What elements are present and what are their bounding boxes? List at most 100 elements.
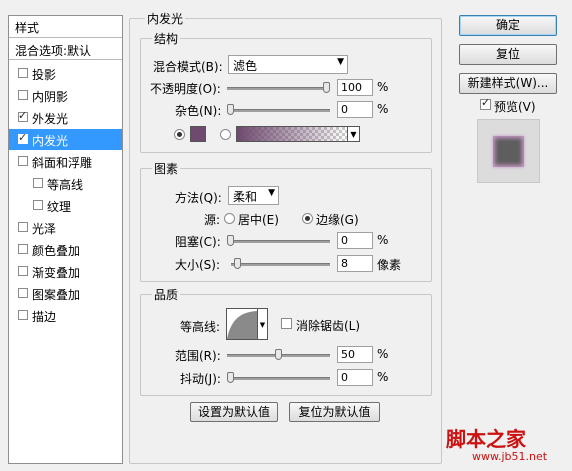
blend-options-label: 混合选项:默认: [15, 44, 92, 58]
glow-color-swatch[interactable]: [190, 126, 206, 142]
blend-mode-value: 滤色: [233, 59, 258, 73]
range-input[interactable]: 50: [337, 346, 373, 363]
range-slider-thumb[interactable]: [275, 349, 282, 360]
watermark-url: www.jb51.net: [472, 450, 548, 463]
reset-button[interactable]: 复位: [459, 44, 557, 65]
style-item-label: 等高线: [47, 178, 84, 192]
antialias-checkbox[interactable]: [281, 318, 292, 329]
size-input[interactable]: 8: [337, 255, 373, 272]
style-item-checkbox[interactable]: [18, 266, 28, 276]
source-center-radio[interactable]: [224, 213, 235, 224]
preview-checkbox[interactable]: [480, 96, 491, 110]
style-item-checkbox[interactable]: [18, 222, 28, 232]
style-item-checkbox[interactable]: [18, 288, 28, 298]
style-list-item[interactable]: 等高线: [9, 173, 122, 194]
style-item-checkbox[interactable]: [18, 156, 28, 166]
source-edge-radio[interactable]: [302, 213, 313, 224]
style-item-checkbox[interactable]: [18, 244, 28, 254]
contour-label: 等高线:: [180, 320, 221, 334]
style-list-item[interactable]: 颜色叠加: [9, 239, 122, 260]
noise-slider-thumb[interactable]: [227, 104, 234, 115]
jitter-percent: %: [377, 370, 389, 384]
contour-curve-icon: [227, 311, 257, 339]
preview-thumbnail: [477, 119, 540, 183]
structure-title: 结构: [152, 30, 181, 47]
antialias-label: 消除锯齿(L): [296, 319, 361, 333]
source-edge-label: 边缘(G): [316, 213, 359, 227]
style-item-checkbox[interactable]: [18, 109, 28, 122]
panel-title: 内发光: [145, 10, 186, 27]
noise-input[interactable]: 0: [337, 101, 373, 118]
jitter-slider-thumb[interactable]: [227, 372, 234, 383]
style-list: 样式 混合选项:默认 投影内阴影外发光内发光斜面和浮雕等高线纹理光泽颜色叠加渐变…: [8, 15, 123, 464]
watermark-logo: 脚本之家: [446, 427, 526, 451]
gradient-radio[interactable]: [220, 129, 231, 140]
jitter-slider-track[interactable]: [227, 377, 330, 380]
style-item-label: 光泽: [32, 222, 57, 236]
size-slider-thumb[interactable]: [233, 258, 241, 269]
blend-options-item[interactable]: 混合选项:默认: [9, 39, 122, 60]
style-item-checkbox[interactable]: [33, 200, 43, 210]
opacity-slider-track[interactable]: [227, 87, 330, 90]
style-list-item[interactable]: 内发光: [9, 129, 122, 150]
style-item-label: 纹理: [47, 200, 72, 214]
method-select[interactable]: 柔和 ▼: [228, 186, 279, 205]
gradient-dropdown-icon[interactable]: ▼: [348, 126, 360, 142]
jitter-label: 抖动(J):: [180, 372, 221, 386]
blend-mode-select[interactable]: 滤色 ▼: [228, 55, 348, 74]
contour-preview[interactable]: [226, 308, 258, 340]
style-item-label: 描边: [32, 310, 57, 324]
method-value: 柔和: [233, 190, 258, 204]
style-item-checkbox[interactable]: [18, 310, 28, 320]
style-list-item[interactable]: 光泽: [9, 217, 122, 238]
style-list-item[interactable]: 内阴影: [9, 85, 122, 106]
style-item-label: 投影: [32, 68, 57, 82]
method-label: 方法(Q):: [175, 191, 222, 205]
chevron-down-icon: ▼: [337, 57, 344, 67]
style-item-label: 图案叠加: [32, 288, 81, 302]
style-list-item[interactable]: 投影: [9, 63, 122, 84]
jitter-input[interactable]: 0: [337, 369, 373, 386]
new-style-button[interactable]: 新建样式(W)...: [459, 73, 557, 94]
noise-label: 杂色(N):: [175, 104, 222, 118]
choke-input[interactable]: 0: [337, 232, 373, 249]
style-item-checkbox[interactable]: [18, 90, 28, 100]
quality-title: 品质: [152, 286, 181, 303]
reset-default-button[interactable]: 复位为默认值: [289, 402, 380, 422]
style-item-label: 斜面和浮雕: [32, 156, 93, 170]
source-center-label: 居中(E): [238, 213, 279, 227]
range-percent: %: [377, 347, 389, 361]
style-item-label: 内发光: [32, 134, 69, 148]
style-list-item[interactable]: 斜面和浮雕: [9, 151, 122, 172]
set-default-button[interactable]: 设置为默认值: [190, 402, 278, 422]
style-item-label: 颜色叠加: [32, 244, 81, 258]
style-list-item[interactable]: 渐变叠加: [9, 261, 122, 282]
contour-dropdown-icon[interactable]: ▼: [258, 308, 268, 340]
opacity-label: 不透明度(O):: [150, 82, 221, 96]
noise-percent: %: [377, 102, 389, 116]
style-item-label: 渐变叠加: [32, 266, 81, 280]
gradient-preview[interactable]: [236, 126, 348, 142]
opacity-percent: %: [377, 80, 389, 94]
ok-button[interactable]: 确定: [459, 15, 557, 36]
style-list-item[interactable]: 外发光: [9, 107, 122, 128]
opacity-slider-thumb[interactable]: [323, 82, 330, 93]
style-list-item[interactable]: 纹理: [9, 195, 122, 216]
style-item-checkbox[interactable]: [18, 68, 28, 78]
choke-percent: %: [377, 233, 389, 247]
noise-slider-track[interactable]: [227, 109, 330, 112]
solid-color-radio[interactable]: [174, 129, 185, 140]
style-list-item[interactable]: 描边: [9, 305, 122, 326]
opacity-input[interactable]: 100: [337, 79, 373, 96]
style-item-checkbox[interactable]: [33, 178, 43, 188]
style-list-item[interactable]: 图案叠加: [9, 283, 122, 304]
blend-mode-label: 混合模式(B):: [153, 60, 223, 74]
size-slider-track[interactable]: [231, 263, 330, 266]
style-list-header: 样式: [9, 16, 122, 38]
style-item-checkbox[interactable]: [18, 131, 28, 144]
source-label: 源:: [204, 213, 221, 227]
choke-slider-track[interactable]: [227, 240, 330, 243]
style-item-label: 内阴影: [32, 90, 69, 104]
choke-slider-thumb[interactable]: [227, 235, 234, 246]
size-unit: 像素: [377, 258, 402, 272]
